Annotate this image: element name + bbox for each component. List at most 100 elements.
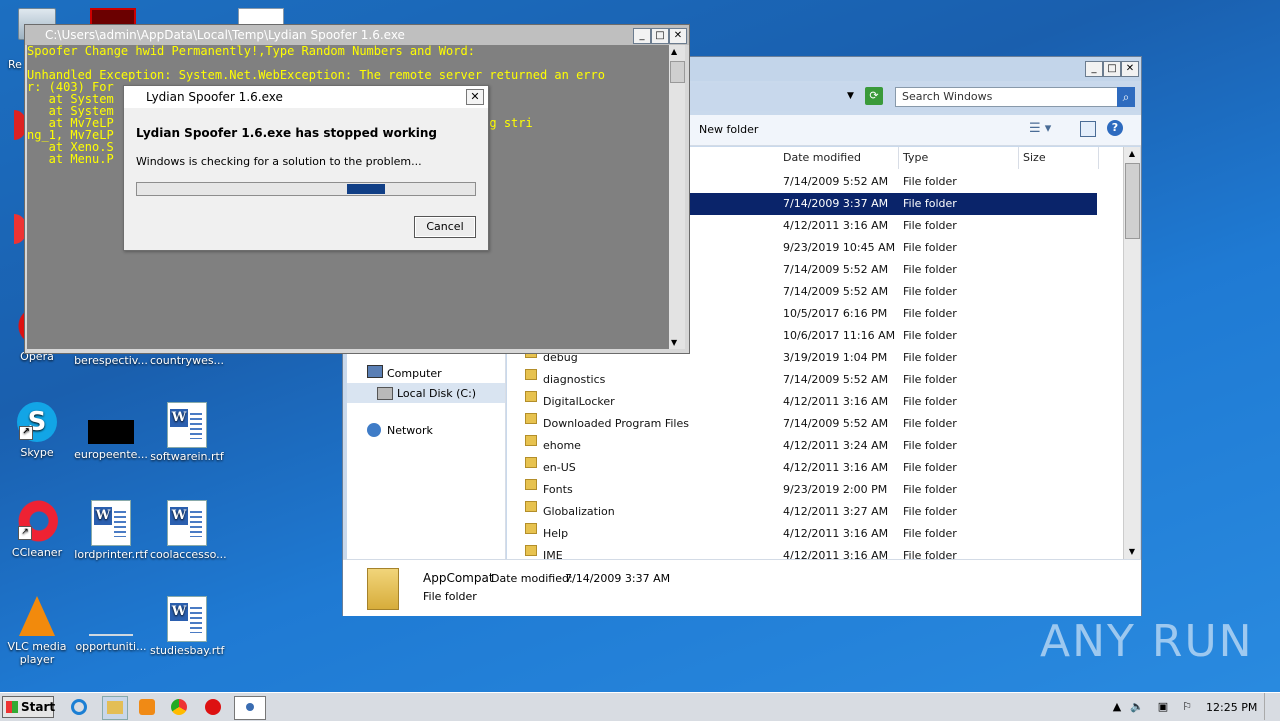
volume-icon[interactable]: 🔈 xyxy=(1130,700,1144,714)
search-icon[interactable]: ⌕ xyxy=(1117,87,1135,107)
column-header-size[interactable]: Size xyxy=(1019,147,1099,169)
view-options-icon[interactable]: ☰ ▾ xyxy=(1029,121,1051,136)
dialog-message: Windows is checking for a solution to th… xyxy=(136,155,422,168)
opera-taskbar-icon[interactable] xyxy=(202,696,226,718)
desktop-icon-europeente[interactable]: europeente... xyxy=(74,402,148,461)
desktop-icon-studiesbay[interactable]: W studiesbay.rtf xyxy=(150,596,224,657)
ie-taskbar-icon[interactable] xyxy=(68,696,92,718)
row-date: 4/12/2011 3:16 AM xyxy=(783,395,889,408)
table-row[interactable]: diagnostics 7/14/2009 5:52 AM File folder xyxy=(507,369,1097,391)
scroll-down-arrow-icon[interactable]: ▼ xyxy=(1125,545,1139,559)
row-date: 4/12/2011 3:16 AM xyxy=(783,219,889,232)
progress-marquee xyxy=(347,184,385,194)
console-close-button[interactable]: ✕ xyxy=(669,28,687,44)
console-minimize-button[interactable]: _ xyxy=(633,28,651,44)
table-row[interactable]: DigitalLocker 4/12/2011 3:16 AM File folde… xyxy=(507,391,1097,413)
details-date-value: 7/14/2009 3:37 AM xyxy=(565,572,671,585)
details-type: File folder xyxy=(423,590,477,603)
row-date: 4/12/2011 3:27 AM xyxy=(783,505,889,518)
console-maximize-button[interactable]: □ xyxy=(651,28,669,44)
preview-pane-icon[interactable] xyxy=(1080,121,1096,137)
address-dropdown-icon[interactable]: ▼ xyxy=(847,91,854,101)
tray-expand-icon[interactable]: ▲ xyxy=(1110,700,1124,714)
start-button[interactable]: Start xyxy=(2,696,56,718)
word-document-icon: W xyxy=(165,596,209,642)
column-header-date[interactable]: Date modified xyxy=(779,147,899,169)
word-document-icon: W xyxy=(165,500,209,546)
desktop-icon-label-partial: Re xyxy=(8,58,22,71)
black-file-icon xyxy=(88,420,134,444)
row-type: File folder xyxy=(903,219,957,232)
table-row[interactable]: Downloaded Program Files 7/14/2009 5:52 A… xyxy=(507,413,1097,435)
details-date-label: Date modified: xyxy=(491,572,573,585)
row-name: en-US xyxy=(543,461,576,474)
console-title: C:\Users\admin\AppData\Local\Temp\Lydian… xyxy=(25,25,689,45)
nav-item-network[interactable]: Network xyxy=(387,424,433,437)
row-type: File folder xyxy=(903,483,957,496)
scroll-down-arrow-icon[interactable]: ▼ xyxy=(671,338,677,347)
new-folder-button[interactable]: New folder xyxy=(699,123,758,136)
taskbar: Start ▲ 🔈 ▣ ⚐ 12:25 PM xyxy=(0,692,1280,721)
network-tray-icon[interactable]: ▣ xyxy=(1156,700,1170,714)
desktop-icon-coolaccesso[interactable]: W coolaccesso... xyxy=(150,500,227,561)
computer-icon xyxy=(367,365,383,378)
desktop-icon-label: CCleaner xyxy=(11,546,63,559)
maximize-button[interactable]: □ xyxy=(1103,61,1121,77)
row-name: DigitalLocker xyxy=(543,395,615,408)
scroll-up-arrow-icon[interactable]: ▲ xyxy=(671,47,677,56)
show-desktop-button[interactable] xyxy=(1264,693,1279,720)
refresh-icon[interactable]: ⟳ xyxy=(865,87,883,105)
cancel-button[interactable]: Cancel xyxy=(414,216,476,238)
dialog-close-button[interactable]: ✕ xyxy=(466,89,484,105)
table-row[interactable]: Globalization 4/12/2011 3:27 AM File folde… xyxy=(507,501,1097,523)
search-input[interactable]: Search Windows xyxy=(895,87,1121,107)
shortcut-arrow-icon: ↗ xyxy=(18,526,32,540)
desktop-icon-label: VLC media player xyxy=(7,640,67,666)
action-center-flag-icon[interactable]: ⚐ xyxy=(1180,700,1194,714)
desktop-icon-softwarein[interactable]: W softwarein.rtf xyxy=(150,402,224,463)
console-line: Unhandled Exception: System.Net.WebExcep… xyxy=(27,68,605,82)
folder-icon xyxy=(525,501,537,512)
start-label: Start xyxy=(21,700,56,714)
row-type: File folder xyxy=(903,307,957,320)
clock[interactable]: 12:25 PM xyxy=(1206,701,1257,714)
table-row[interactable]: Fonts 9/23/2019 2:00 PM File folder xyxy=(507,479,1097,501)
desktop-icon-ccleaner[interactable]: ↗ CCleaner xyxy=(0,500,74,559)
desktop-icon-lordprinter[interactable]: W lordprinter.rtf xyxy=(74,500,148,561)
scroll-thumb[interactable] xyxy=(1125,163,1140,239)
help-icon[interactable]: ? xyxy=(1107,120,1123,136)
minimize-button[interactable]: _ xyxy=(1085,61,1103,77)
row-name: diagnostics xyxy=(543,373,606,386)
row-date: 4/12/2011 3:16 AM xyxy=(783,527,889,540)
desktop-icon-label: Skype xyxy=(20,446,54,459)
shortcut-arrow-icon: ↗ xyxy=(19,426,33,440)
scroll-thumb[interactable] xyxy=(670,61,685,83)
table-row[interactable]: Help 4/12/2011 3:16 AM File folder xyxy=(507,523,1097,545)
table-row[interactable]: ehome 4/12/2011 3:24 AM File folder xyxy=(507,435,1097,457)
dialog-heading: Lydian Spoofer 1.6.exe has stopped worki… xyxy=(136,126,438,140)
desktop-icon-skype[interactable]: S ↗ Skype xyxy=(0,402,74,459)
spoofer-taskbar-icon[interactable] xyxy=(234,696,266,720)
folder-icon xyxy=(525,391,537,402)
table-row[interactable]: en-US 4/12/2011 3:16 AM File folder xyxy=(507,457,1097,479)
row-date: 9/23/2019 10:45 AM xyxy=(783,241,896,254)
vertical-scrollbar[interactable]: ▲ ▼ xyxy=(1123,147,1140,559)
chrome-taskbar-icon[interactable] xyxy=(168,696,192,718)
row-date: 7/14/2009 5:52 AM xyxy=(783,285,889,298)
close-button[interactable]: ✕ xyxy=(1121,61,1139,77)
crash-dialog[interactable]: Lydian Spoofer 1.6.exe ✕ Lydian Spoofer … xyxy=(123,85,489,251)
desktop-icon-vlc[interactable]: VLC media player xyxy=(0,596,74,666)
console-scrollbar[interactable]: ▲ ▼ xyxy=(669,45,685,349)
nav-item-local-disk[interactable]: Local Disk (C:) xyxy=(347,383,505,403)
explorer-taskbar-icon[interactable] xyxy=(102,696,128,720)
row-name: ehome xyxy=(543,439,581,452)
row-type: File folder xyxy=(903,197,957,210)
nav-item-computer[interactable]: Computer xyxy=(387,367,442,380)
desktop-icon-label: countrywes... xyxy=(150,354,225,367)
scroll-up-arrow-icon[interactable]: ▲ xyxy=(1125,147,1139,161)
media-player-taskbar-icon[interactable] xyxy=(136,696,160,718)
table-row[interactable]: IME 4/12/2011 3:16 AM File folder xyxy=(507,545,1097,559)
column-header-type[interactable]: Type xyxy=(899,147,1019,169)
row-date: 7/14/2009 5:52 AM xyxy=(783,373,889,386)
desktop-icon-opportuniti[interactable]: opportuniti... xyxy=(74,596,148,653)
